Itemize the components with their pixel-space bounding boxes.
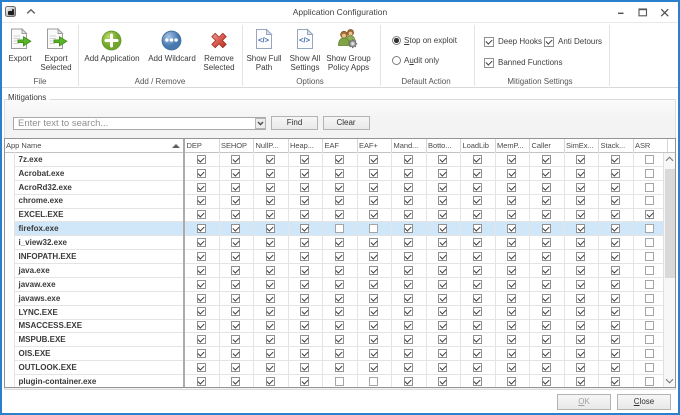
svg-text:</>: </> (299, 36, 310, 45)
svg-text:</>: </> (258, 36, 269, 45)
